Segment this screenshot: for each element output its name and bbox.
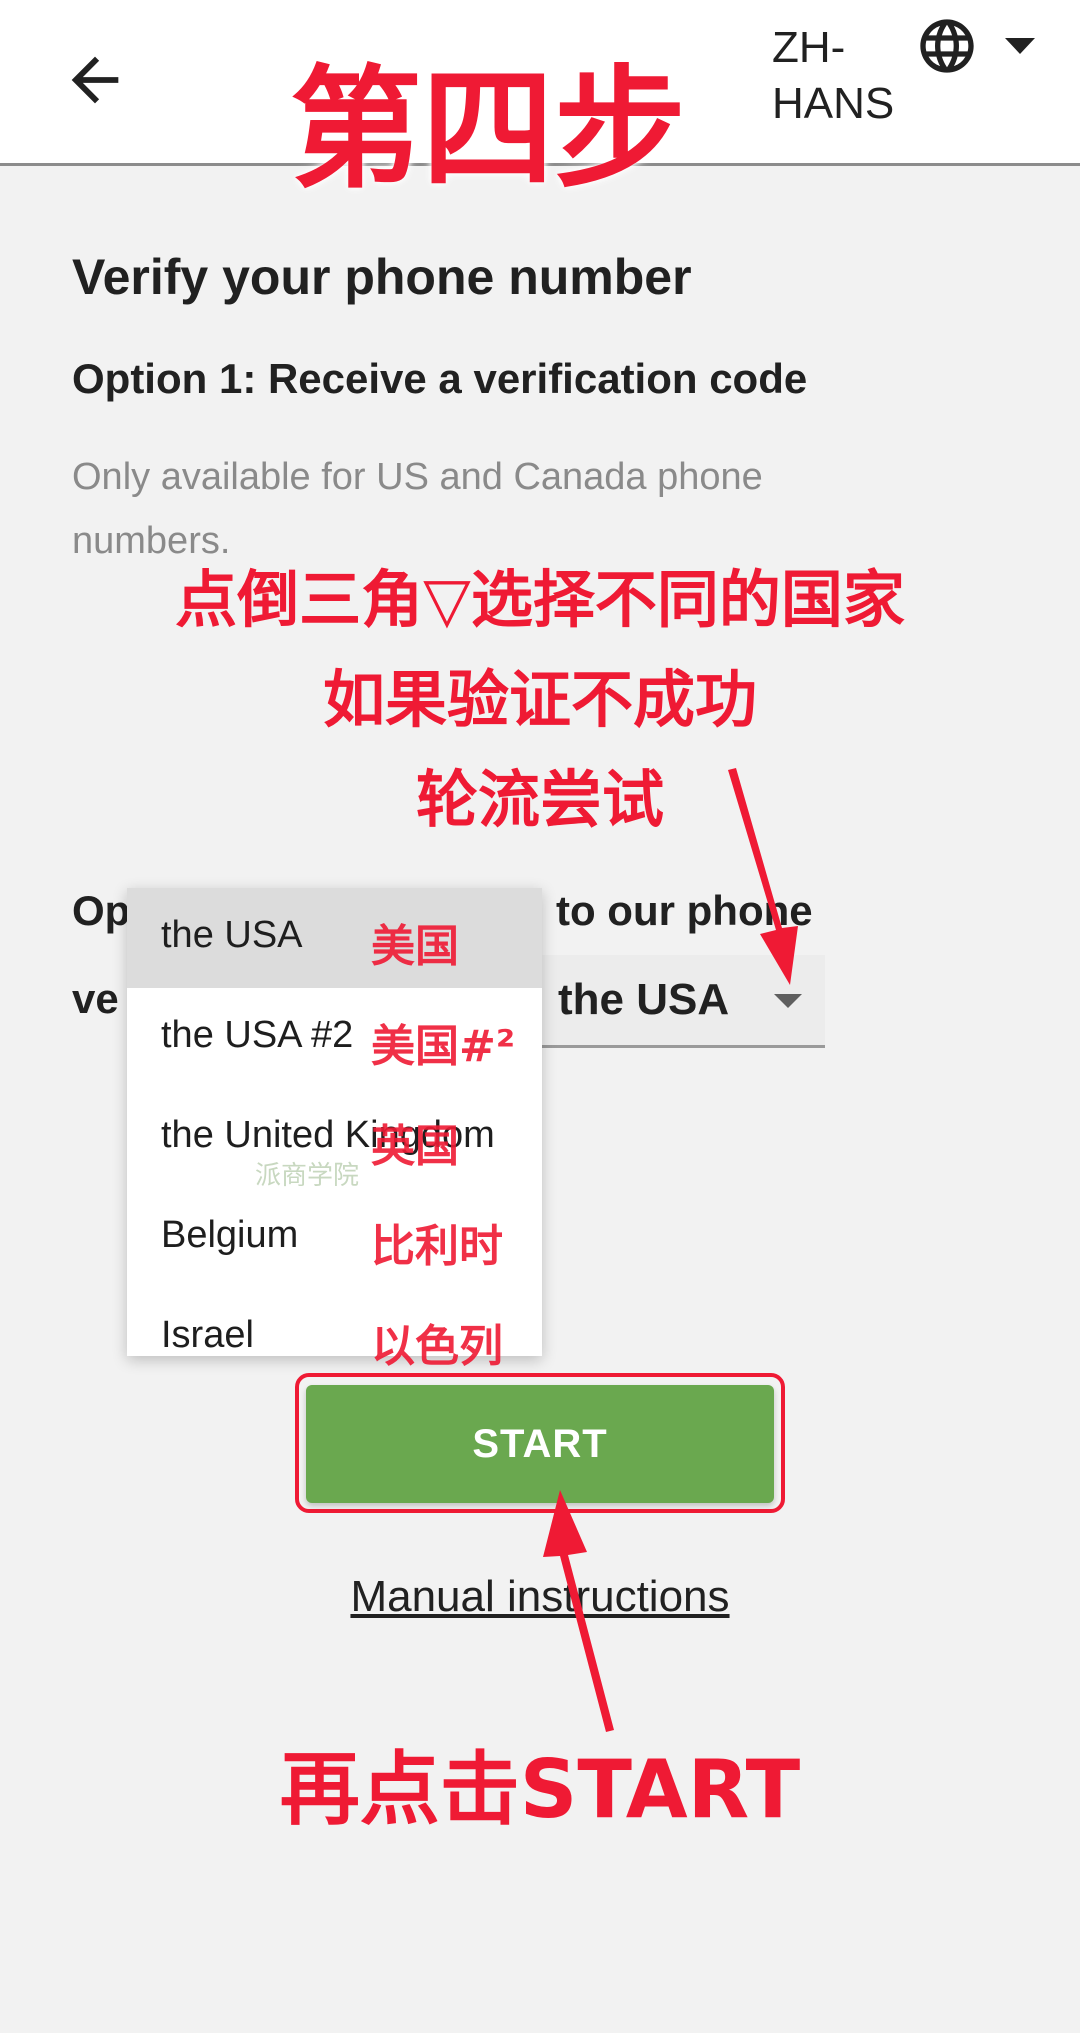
option2-text-left: Op — [72, 887, 131, 934]
country-dropdown-menu: the USA 美国 the USA #2 美国#² the United Ki… — [127, 888, 542, 1372]
option1-title: Option 1: Receive a verification code — [72, 355, 808, 402]
start-button[interactable]: START — [306, 1385, 774, 1503]
dropdown-item-translation: 美国 — [371, 921, 459, 972]
language-label[interactable]: ZH- HANS — [772, 20, 894, 132]
click-start-annotation: 再点击START — [279, 1743, 801, 1836]
page-title: Verify your phone number — [72, 249, 692, 305]
dropdown-item-label: the USA #2 — [161, 1014, 354, 1056]
dropdown-item-translation: 以色列 — [371, 1321, 503, 1372]
dropdown-item-label: Belgium — [161, 1214, 299, 1256]
step-annotation: 第四步 — [290, 53, 686, 207]
option2-line2-left: ve — [72, 975, 119, 1022]
globe-icon[interactable] — [915, 14, 979, 78]
dropdown-item-translation: 比利时 — [371, 1221, 503, 1272]
instruction-annotation-3: 轮流尝试 — [415, 763, 664, 836]
dropdown-item-translation: 英国 — [371, 1121, 459, 1172]
dropdown-item-belgium[interactable]: Belgium 比利时 — [127, 1188, 542, 1288]
dropdown-item-usa-2[interactable]: the USA #2 美国#² — [127, 988, 542, 1088]
watermark: 派商学院 — [255, 1161, 360, 1191]
instruction-annotation-1: 点倒三角▽选择不同的国家 — [175, 563, 905, 636]
country-select[interactable]: the USA — [540, 955, 825, 1048]
dropdown-item-usa[interactable]: the USA 美国 — [127, 888, 542, 988]
option1-note: Only available for US and Canada phone n… — [72, 456, 763, 562]
arrow-left-icon[interactable] — [60, 45, 130, 115]
caret-down-icon[interactable] — [773, 993, 803, 1009]
country-select-value: the USA — [558, 975, 730, 1024]
instruction-annotation-2: 如果验证不成功 — [322, 663, 757, 736]
manual-instructions-link[interactable]: Manual instructions — [0, 1572, 1080, 1622]
dropdown-item-label: the USA — [161, 914, 303, 956]
caret-down-icon[interactable] — [1003, 36, 1037, 56]
dropdown-item-translation: 美国#² — [371, 1021, 516, 1072]
option2-text-right: to our phone — [556, 887, 813, 934]
dropdown-item-label: Israel — [161, 1314, 254, 1356]
